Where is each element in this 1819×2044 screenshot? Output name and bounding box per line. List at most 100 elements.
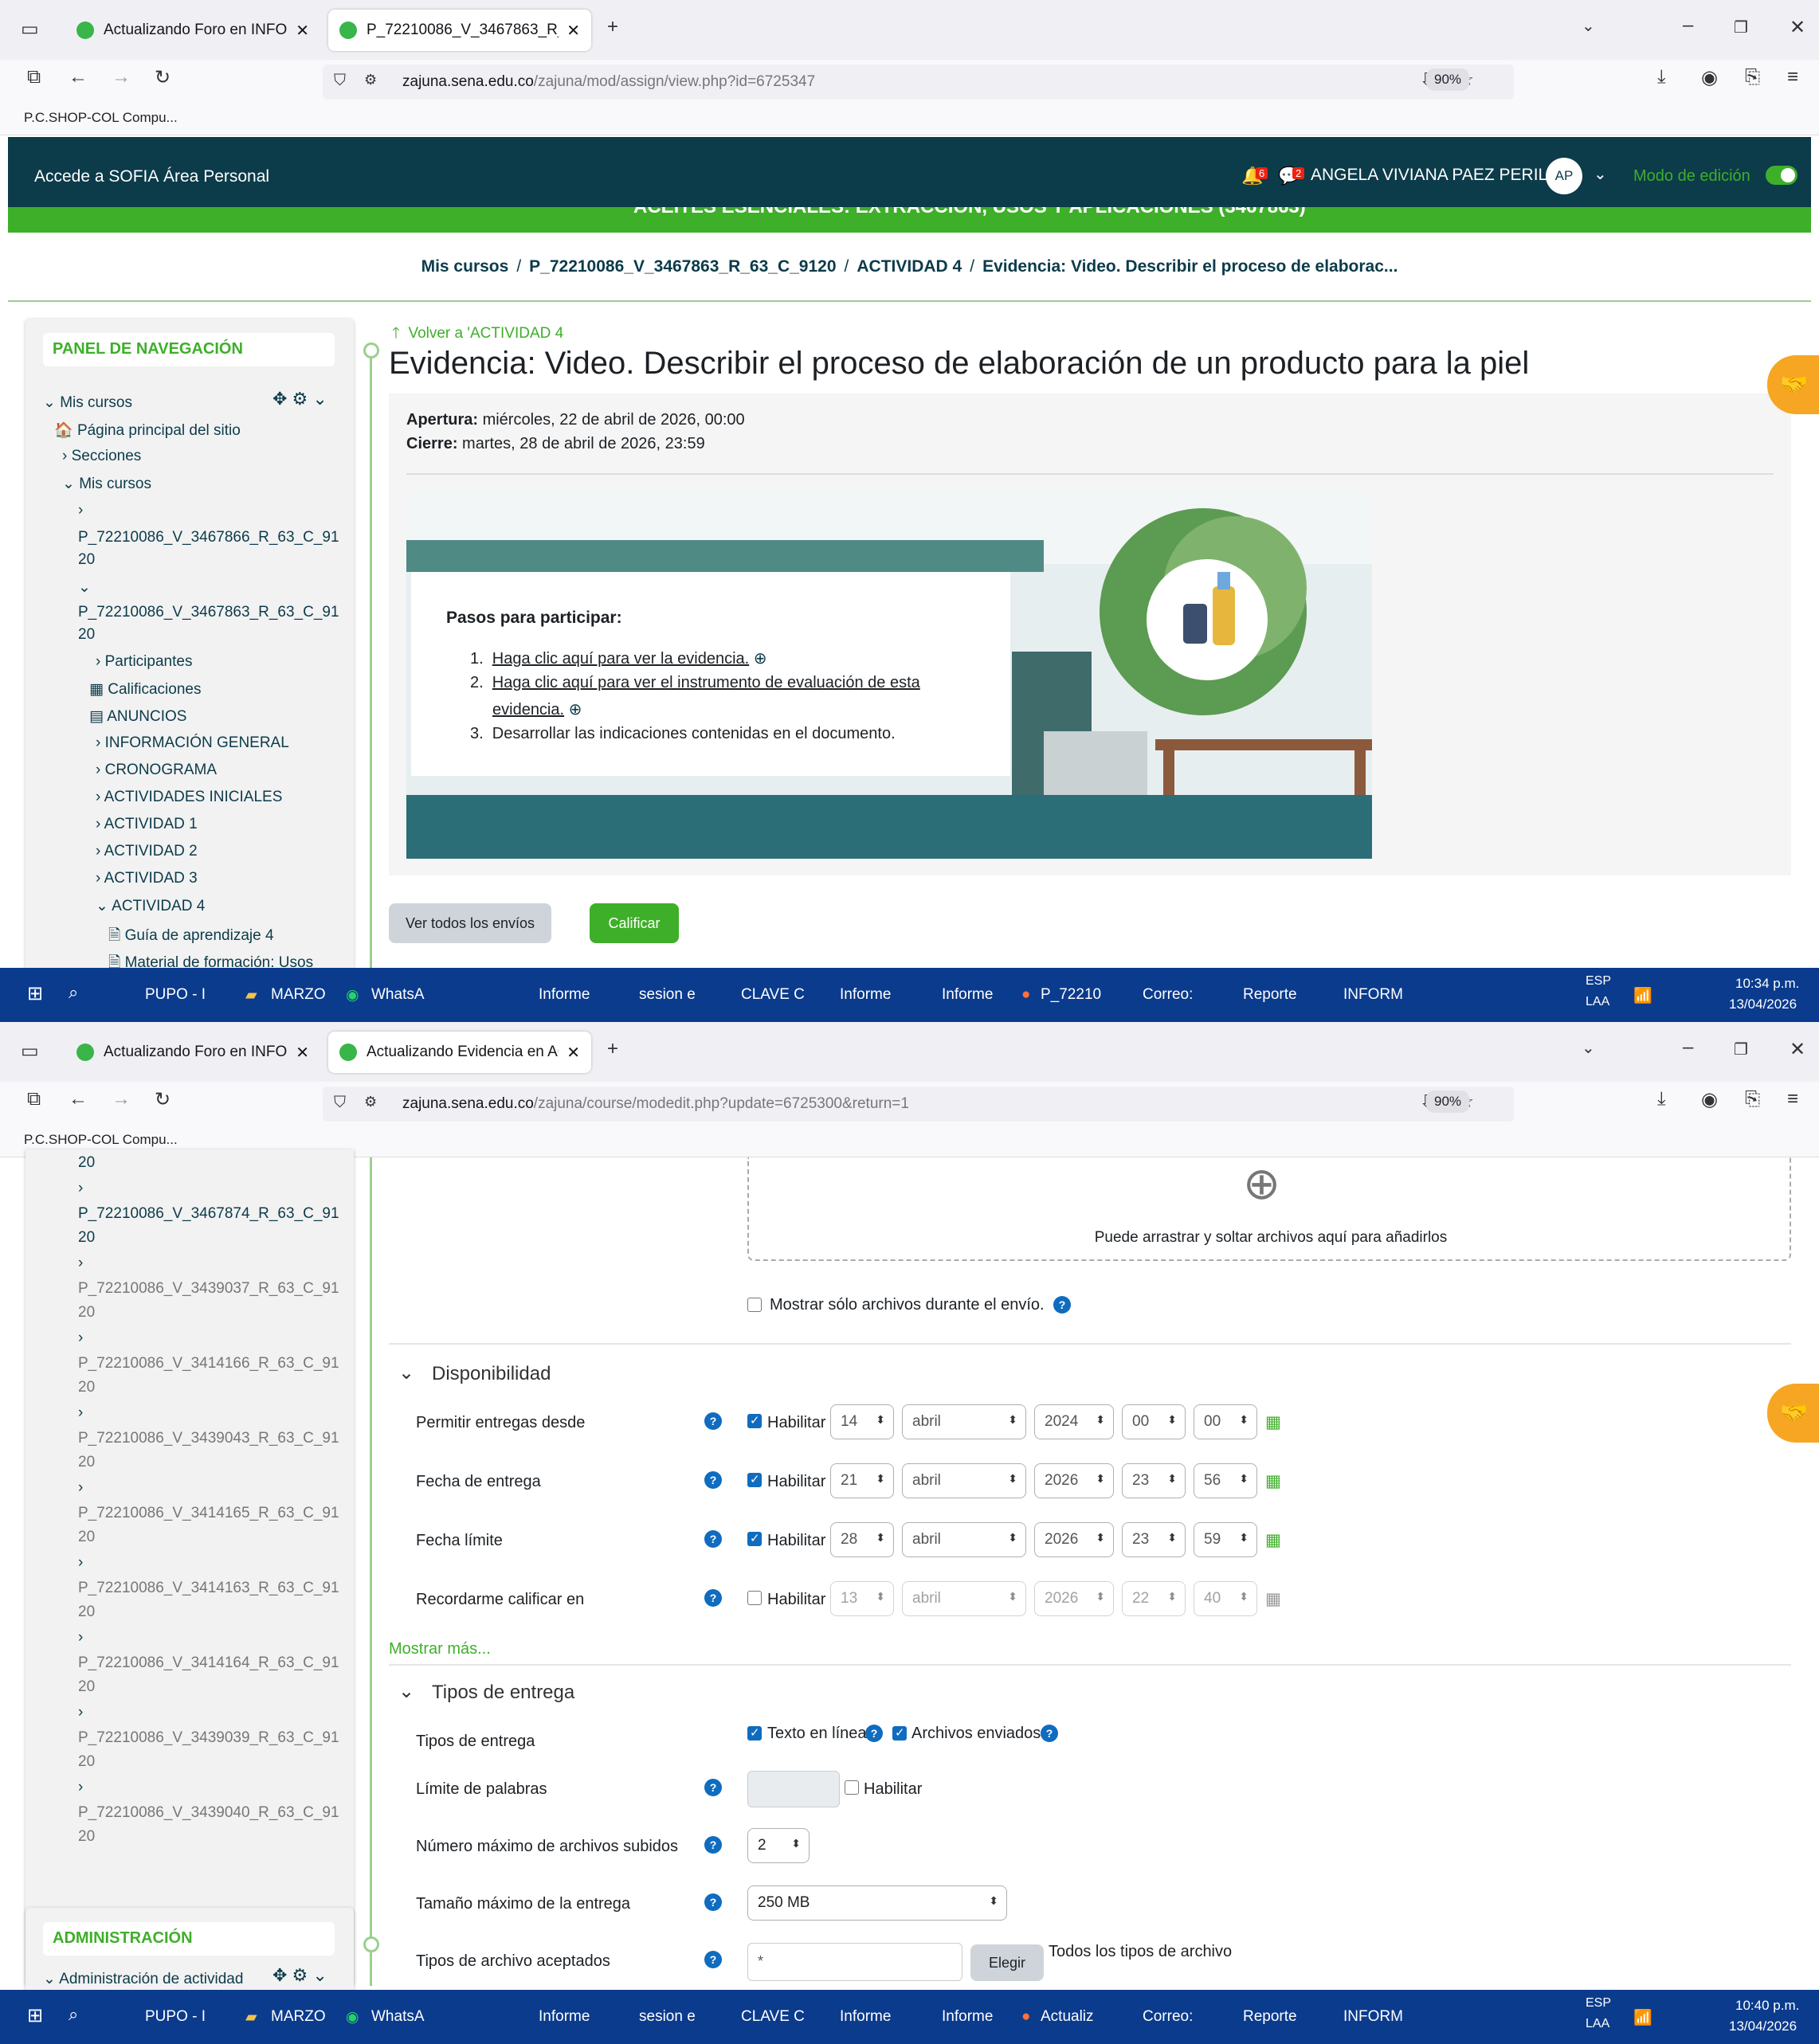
chevron-right-icon[interactable]: › [78, 1329, 83, 1347]
zoom-badge[interactable]: 90% [1426, 69, 1470, 91]
site-info-icon[interactable]: ⚙ [364, 72, 377, 88]
forward-icon[interactable]: → [112, 1088, 131, 1110]
hour-select[interactable]: 23 [1122, 1463, 1186, 1498]
only-files-checkbox[interactable] [747, 1298, 762, 1312]
enable-checkbox[interactable] [747, 1472, 762, 1487]
browser-tab-active[interactable]: P_72210086_V_3467863_R_63_C ✕ [328, 10, 591, 51]
download-circle-icon[interactable]: ⊕ [754, 650, 767, 668]
reload-icon[interactable]: ↻ [155, 1088, 171, 1111]
hour-select[interactable]: 23 [1122, 1522, 1186, 1557]
nav-course[interactable]: P_72210086_V_3467866_R_63_C_91 [78, 529, 339, 546]
sidebar-icon[interactable]: ⧉ [27, 66, 41, 88]
edit-mode-toggle[interactable] [1766, 166, 1797, 185]
move-icon[interactable]: ✥ ⚙ ⌄ [272, 389, 327, 409]
zoom-badge[interactable]: 90% [1426, 1091, 1470, 1113]
nav-announcements[interactable]: ▤ ANUNCIOS [89, 707, 186, 726]
url-bar[interactable]: ⛉ ⚙ zajuna.sena.edu.co/zajuna/course/mod… [323, 1087, 1514, 1122]
help-icon[interactable]: ? [865, 1725, 883, 1742]
max-size-select[interactable]: 250 MB [747, 1885, 1007, 1921]
back-icon[interactable]: ← [69, 66, 88, 88]
restore-icon[interactable]: ❐ [1734, 18, 1748, 37]
restore-icon[interactable]: ❐ [1734, 1040, 1748, 1059]
minute-select[interactable]: 40 [1194, 1581, 1257, 1616]
help-icon[interactable]: ? [704, 1530, 722, 1548]
calendar-icon[interactable]: ▦ [1265, 1471, 1281, 1491]
bookmark-item[interactable]: P.C.SHOP-COL Compu... [24, 1132, 178, 1147]
close-tab-icon[interactable]: ✕ [296, 1043, 309, 1063]
account-icon[interactable]: ◉ [1701, 66, 1718, 89]
minimize-icon[interactable]: – [1683, 14, 1693, 37]
nav-guide[interactable]: 🗎 Guía de aprendizaje 4 [108, 924, 274, 950]
taskbar-app[interactable]: Informe [840, 2008, 891, 2026]
breadcrumb-item[interactable]: P_72210086_V_3467863_R_63_C_9120 [529, 257, 836, 276]
wifi-icon[interactable]: 📶 [1633, 2008, 1652, 2027]
section-submission-types[interactable]: Tipos de entrega [432, 1682, 574, 1704]
minute-select[interactable]: 00 [1194, 1404, 1257, 1439]
download-icon[interactable]: ⤓ [1657, 1088, 1666, 1110]
year-select[interactable]: 2024 [1034, 1404, 1114, 1439]
taskbar-app[interactable]: CLAVE C [741, 2008, 805, 2026]
nav-course[interactable]: P_72210086_V_3414166_R_63_C_91 [78, 1355, 339, 1372]
taskbar-app[interactable]: INFORM [1343, 986, 1403, 1004]
taskbar-app[interactable]: Informe [942, 2008, 993, 2026]
minute-select[interactable]: 59 [1194, 1522, 1257, 1557]
menu-icon[interactable]: ≡ [1787, 66, 1798, 88]
clock-time[interactable]: 10:34 p.m. [1735, 976, 1799, 992]
chevron-right-icon[interactable]: › [78, 1255, 83, 1272]
forward-icon[interactable]: → [112, 66, 131, 88]
day-select[interactable]: 21 [830, 1463, 894, 1498]
nav-grades[interactable]: ▦ Calificaciones [89, 680, 201, 699]
max-files-select[interactable]: 2 [747, 1828, 810, 1863]
help-icon[interactable]: ? [704, 1589, 722, 1607]
close-window-icon[interactable]: ✕ [1790, 1038, 1805, 1061]
clock-time[interactable]: 10:40 p.m. [1735, 1998, 1799, 2014]
start-icon[interactable]: ⊞ [27, 982, 43, 1005]
close-tab-icon[interactable]: ✕ [566, 21, 580, 41]
site-info-icon[interactable]: ⚙ [364, 1094, 377, 1110]
word-limit-input[interactable] [747, 1771, 840, 1807]
help-icon[interactable]: ? [704, 1779, 722, 1796]
nav-course[interactable]: P_72210086_V_3414164_R_63_C_91 [78, 1654, 339, 1672]
download-circle-icon[interactable]: ⊕ [569, 701, 582, 719]
help-icon[interactable]: ? [704, 1893, 722, 1911]
breadcrumb-item[interactable]: Evidencia: Video. Describir el proceso d… [982, 257, 1398, 276]
browser-tab[interactable]: Actualizando Foro en INFORMA ✕ [65, 10, 320, 51]
chevron-right-icon[interactable]: › [78, 1180, 83, 1197]
year-select[interactable]: 2026 [1034, 1522, 1114, 1557]
extensions-icon[interactable]: ⎘ [1745, 66, 1760, 88]
reload-icon[interactable]: ↻ [155, 66, 171, 89]
taskbar-app[interactable]: CLAVE C [741, 986, 805, 1004]
calendar-icon[interactable]: ▦ [1265, 1412, 1281, 1432]
section-chevron-icon[interactable]: ⌄ [398, 1361, 414, 1384]
show-more-link[interactable]: Mostrar más... [389, 1640, 491, 1658]
nav-mycourses[interactable]: ⌄ Mis cursos [62, 475, 151, 493]
taskbar-app[interactable]: Informe [539, 986, 590, 1004]
nav-section[interactable]: › ACTIVIDADES INICIALES [96, 789, 282, 806]
enable-checkbox[interactable] [747, 1531, 762, 1546]
month-select[interactable]: abril [902, 1581, 1026, 1616]
taskbar-app[interactable]: Reporte [1243, 2008, 1297, 2026]
calendar-icon[interactable]: ▦ [1265, 1530, 1281, 1550]
tab-list-icon[interactable]: ▭ [21, 1040, 39, 1063]
taskbar-app[interactable]: PUPO - I [145, 2008, 206, 2026]
taskbar-app[interactable]: MARZO [271, 2008, 326, 2026]
chevron-down-icon[interactable]: ⌄ [1582, 1038, 1595, 1058]
start-icon[interactable]: ⊞ [27, 2004, 43, 2027]
taskbar-app[interactable]: MARZO [271, 986, 326, 1004]
nav-home[interactable]: 🏠 Página principal del sitio [54, 421, 241, 440]
close-tab-icon[interactable]: ✕ [566, 1043, 580, 1063]
help-icon[interactable]: ? [704, 1951, 722, 1968]
breadcrumb-item[interactable]: Mis cursos [421, 257, 509, 276]
taskbar-app[interactable]: WhatsA [371, 2008, 425, 2026]
year-select[interactable]: 2026 [1034, 1463, 1114, 1498]
year-select[interactable]: 2026 [1034, 1581, 1114, 1616]
month-select[interactable]: abril [902, 1463, 1026, 1498]
nav-course[interactable]: P_72210086_V_3467863_R_63_C_91 [78, 604, 339, 621]
taskbar-app-active[interactable]: Actualiz [1041, 2008, 1094, 2026]
hour-select[interactable]: 00 [1122, 1404, 1186, 1439]
back-link[interactable]: 🡑 Volver a 'ACTIVIDAD 4 [392, 322, 563, 347]
taskbar-app[interactable]: sesion e [639, 2008, 696, 2026]
file-dropzone[interactable]: ⊕ Puede arrastrar y soltar archivos aquí… [747, 1157, 1791, 1261]
wifi-icon[interactable]: 📶 [1633, 986, 1652, 1005]
minute-select[interactable]: 56 [1194, 1463, 1257, 1498]
